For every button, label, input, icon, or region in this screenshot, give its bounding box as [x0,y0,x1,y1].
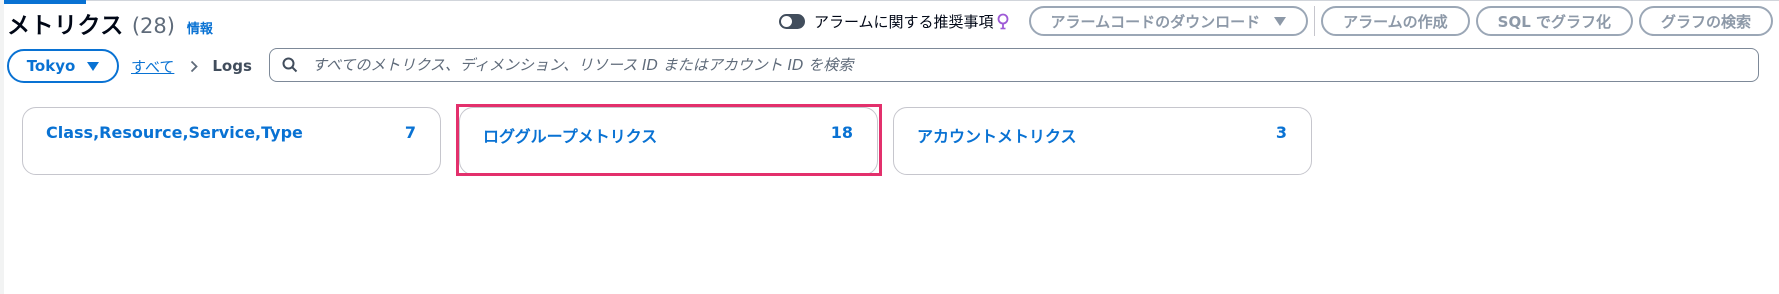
top-accent-bar [0,0,86,4]
search-graph-label: グラフの検索 [1660,12,1751,31]
log-group-metrics-card[interactable]: ロググループメトリクス 18 [459,107,878,175]
sql-graph-button[interactable]: SQL でグラフ化 [1475,6,1633,36]
card-count: 7 [404,123,416,142]
metrics-page: メトリクス (28) 情報 アラームに関する推奨事項 アラームコードのダウンロー… [0,0,1779,294]
create-alarm-label: アラームの作成 [1343,12,1448,31]
account-metrics-card[interactable]: アカウントメトリクス 3 [893,107,1312,175]
header-actions: アラームに関する推奨事項 アラームコードのダウンロード アラームの作成 SQL … [778,6,1773,36]
top-divider [86,0,1779,1]
caret-down-icon [87,61,100,71]
chevron-right-icon [190,60,199,73]
breadcrumb-all-link[interactable]: すべて [131,56,174,77]
download-alarm-code-label: アラームコードのダウンロード [1050,12,1261,31]
card-label: アカウントメトリクス [917,127,1077,146]
lightbulb-icon[interactable] [997,13,1009,30]
caret-down-icon [1274,16,1287,26]
breadcrumb-current: Logs [212,57,252,75]
metric-namespace-card[interactable]: Class,Resource,Service,Type 7 [22,107,441,175]
region-selector[interactable]: Tokyo [7,49,119,83]
create-alarm-button[interactable]: アラームの作成 [1321,6,1470,36]
info-link[interactable]: 情報 [187,18,213,37]
alarm-recommendations-toggle[interactable]: アラームに関する推奨事項 [778,11,1009,32]
breadcrumb: すべて Logs [131,54,252,78]
alarm-recommendations-label: アラームに関する推奨事項 [813,12,994,31]
page-header: メトリクス (28) 情報 [7,6,213,39]
card-label: Class,Resource,Service,Type [46,123,303,142]
card-count: 18 [830,123,853,142]
toggle-off-icon[interactable] [778,13,805,29]
card-label: ロググループメトリクス [483,127,658,146]
metrics-search-box[interactable] [269,48,1759,82]
download-alarm-code-button[interactable]: アラームコードのダウンロード [1028,6,1309,36]
search-icon [282,57,298,73]
left-edge [0,0,4,294]
search-graph-button[interactable]: グラフの検索 [1638,6,1773,36]
toggle-knob [780,15,792,27]
sql-graph-label: SQL でグラフ化 [1497,12,1611,31]
action-separator [1314,6,1316,36]
metrics-count: (28) [131,14,175,38]
card-count: 3 [1275,123,1287,142]
region-label: Tokyo [26,57,76,75]
metrics-search-input[interactable] [310,55,1714,75]
page-title: メトリクス [7,13,124,39]
